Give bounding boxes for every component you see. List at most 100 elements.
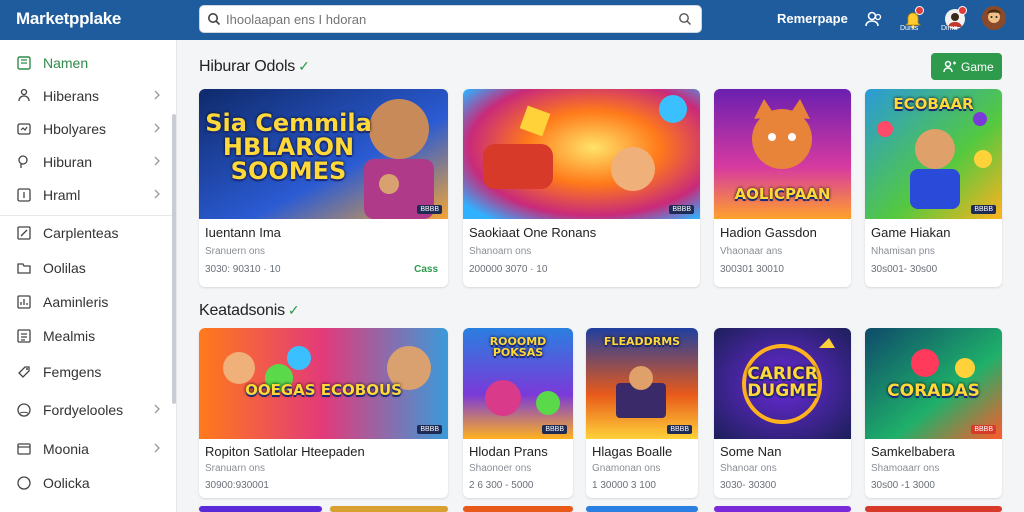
sidebar-item-hiburan[interactable]: Hiburan (0, 147, 172, 177)
chevron-right-icon (154, 123, 160, 133)
game-title: Saokiaat One Ronans (469, 225, 597, 240)
game-card-partial[interactable] (865, 506, 1002, 512)
sidebar-item-femgens[interactable]: Femgens (0, 357, 172, 387)
sidebar-item-label: Hiburan (43, 154, 93, 170)
thumbnail-tag: BBBB (971, 205, 996, 214)
search-input[interactable] (226, 9, 666, 29)
avatar-icon (982, 6, 1006, 30)
game-thumbnail: Sia Cemmila HBLARON SOOMES BBBB (199, 89, 448, 219)
sidebar-item-moonia[interactable]: Moonia (0, 434, 172, 464)
game-title: Samkelbabera (871, 444, 955, 459)
sidebar-item-label: Fordyelooles (43, 402, 124, 418)
game-subtitle: Shanoar ons (720, 463, 777, 474)
users-icon[interactable] (863, 8, 885, 30)
app-logo[interactable]: Marketpplake (16, 9, 121, 29)
sidebar: Namen Hiberans Hbolyares Hiburan Hraml C… (0, 40, 177, 512)
game-button[interactable]: Game (931, 53, 1002, 80)
sidebar-item-oolilas[interactable]: Oolilas (0, 253, 172, 283)
game-thumbnail: AOLICPAAN (714, 89, 851, 219)
sidebar-divider (0, 215, 172, 216)
message-badge (958, 6, 967, 15)
game-meta: 2 6 300 - 5000 (469, 480, 534, 491)
sidebar-item-mealmis[interactable]: Mealmis (0, 321, 172, 351)
game-card-partial[interactable] (199, 506, 322, 512)
notifications-label: Dunts (900, 25, 919, 32)
game-title: Some Nan (720, 444, 782, 459)
game-card[interactable]: Sia Cemmila HBLARON SOOMES BBBB Iuentann… (199, 89, 448, 287)
chevron-right-icon (154, 156, 160, 166)
game-subtitle: Shaonoer ons (469, 463, 532, 474)
game-card[interactable]: ROOOMD POKSAS BBBB Hlodan Prans Shaonoer… (463, 328, 573, 498)
sidebar-item-label: Moonia (43, 441, 89, 457)
sidebar-item-label: Femgens (43, 364, 102, 380)
game-card[interactable]: FLEADDRMS BBBB Hlagas Boalle Gnamonan on… (586, 328, 698, 498)
sidebar-item-hiberans[interactable]: Hiberans (0, 81, 172, 111)
sidebar-item-label: Namen (43, 55, 89, 71)
gamepad-icon (18, 88, 30, 102)
messages-label: Dima (941, 25, 958, 32)
game-subtitle: Vhaonaar ans (720, 246, 783, 257)
game-subtitle: Nhamisan pns (871, 246, 935, 257)
search-submit-icon[interactable] (678, 12, 692, 26)
game-meta: 3030- 30300 (720, 480, 777, 491)
gamepad-icon (943, 60, 956, 73)
game-card[interactable]: AOLICPAAN Hadion Gassdon Vhaonaar ans 30… (714, 89, 851, 287)
sidebar-item-oolicka[interactable]: Oolicka (0, 468, 172, 498)
top-bar: Marketpplake Remerpape Dunts Dima (0, 0, 1024, 40)
game-thumbnail: CORADAS BBBB (865, 328, 1002, 439)
sidebar-item-label: Oolicka (43, 475, 90, 491)
game-card-partial[interactable] (714, 506, 851, 512)
game-meta: 1 30000 3 100 (592, 480, 656, 491)
game-meta: 30s00 -1 3000 (871, 480, 935, 491)
game-card-partial[interactable] (586, 506, 698, 512)
thumbnail-tag: BBBB (417, 425, 442, 434)
sidebar-item-label: Oolilas (43, 260, 86, 276)
game-card[interactable]: OOEGAS ECOBOUS BBBB Ropiton Satlolar Hte… (199, 328, 448, 498)
game-card-partial[interactable] (330, 506, 448, 512)
game-price: Cass (414, 264, 438, 275)
sidebar-item-label: Hbolyares (43, 121, 107, 137)
game-card[interactable]: CARICR DUGME Some Nan Shanoar ons 3030- … (714, 328, 851, 498)
sidebar-item-hraml[interactable]: Hraml (0, 180, 172, 210)
sidebar-item-label: Hraml (43, 187, 81, 203)
game-thumbnail: FLEADDRMS BBBB (586, 328, 698, 439)
game-card[interactable]: ECOBAAR BBBB Game Hiakan Nhamisan pns 30… (865, 89, 1002, 287)
tag-icon (18, 366, 30, 378)
chart-icon (17, 295, 31, 309)
game-thumbnail: CARICR DUGME (714, 328, 851, 439)
section-title-featured: Hiburar Odols ✓ (199, 58, 310, 75)
game-thumbnail: ROOOMD POKSAS BBBB (463, 328, 573, 439)
game-title: Hadion Gassdon (720, 225, 817, 240)
game-title: Ropiton Satlolar Hteepaden (205, 444, 365, 459)
top-nav-link[interactable]: Remerpape (777, 11, 848, 26)
thumbnail-tag: BBBB (669, 205, 694, 214)
search-bar[interactable] (199, 5, 702, 33)
thumbnail-tag: BBBB (667, 425, 692, 434)
search-icon (208, 13, 221, 26)
globe-icon (17, 403, 31, 417)
section-title-latest: Keatadsonis ✓ (199, 302, 300, 319)
sidebar-item-hbolyares[interactable]: Hbolyares (0, 114, 172, 144)
sidebar-item-fordyelooles[interactable]: Fordyelooles (0, 395, 172, 425)
game-subtitle: Gnamonan ons (592, 463, 661, 474)
game-card[interactable]: CORADAS BBBB Samkelbabera Shamoaarr ons … (865, 328, 1002, 498)
game-card-partial[interactable] (463, 506, 573, 512)
chevron-right-icon (154, 443, 160, 453)
home-icon (17, 56, 31, 70)
sidebar-item-home[interactable]: Namen (0, 48, 172, 78)
game-meta: 30900:930001 (205, 480, 269, 491)
sidebar-item-aaminleris[interactable]: Aaminleris (0, 287, 172, 317)
notification-badge (915, 6, 924, 15)
avatar[interactable] (982, 6, 1006, 30)
folder-icon (17, 263, 31, 274)
sidebar-scrollbar[interactable] (172, 114, 176, 404)
sidebar-item-label: Aaminleris (43, 294, 109, 310)
game-subtitle: Sranuarn ons (205, 463, 266, 474)
game-thumbnail: BBBB (463, 89, 700, 219)
game-card[interactable]: BBBB Saokiaat One Ronans Shanoarn ons 20… (463, 89, 700, 287)
thumbnail-text: AOLICPAAN (734, 185, 831, 203)
game-thumbnail: ECOBAAR BBBB (865, 89, 1002, 219)
sidebar-item-carplenteas[interactable]: Carplenteas (0, 218, 172, 248)
game-meta: 200000 3070 · 10 (469, 264, 548, 275)
game-thumbnail: OOEGAS ECOBOUS BBBB (199, 328, 448, 439)
